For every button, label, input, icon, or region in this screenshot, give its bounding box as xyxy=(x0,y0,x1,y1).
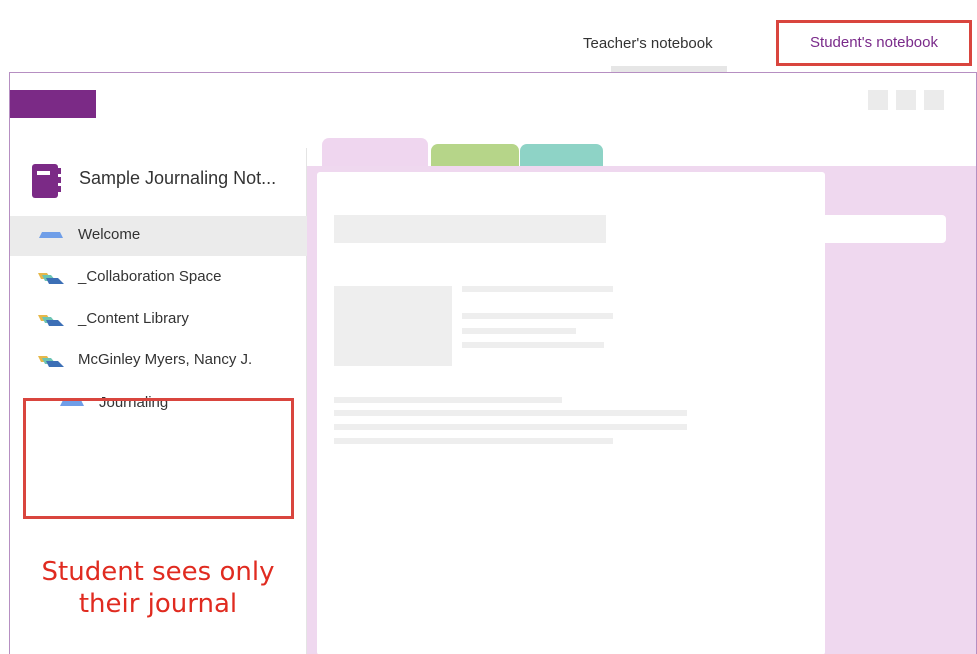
section-group-icon xyxy=(38,356,64,367)
page-title-placeholder xyxy=(334,215,606,243)
section-tab-green[interactable] xyxy=(431,144,519,168)
notebook-title: Sample Journaling Not... xyxy=(79,168,277,188)
app-brand-bar xyxy=(10,90,96,118)
section-group-icon xyxy=(38,315,64,326)
page-list-strip xyxy=(825,215,946,243)
sidebar-item-content-library[interactable]: _Content Library xyxy=(10,300,307,340)
image-placeholder xyxy=(334,286,452,366)
annotation-text: Student sees only their journal xyxy=(10,556,306,620)
tab-teachers-notebook[interactable]: Teacher's notebook xyxy=(583,22,713,66)
section-group-icon xyxy=(38,273,64,284)
text-line-placeholder xyxy=(462,328,576,334)
sidebar-item-label: Welcome xyxy=(78,226,141,243)
window-control-1[interactable] xyxy=(868,90,888,110)
annotation-line-1: Student sees only xyxy=(41,557,275,587)
page-content[interactable] xyxy=(317,172,825,654)
notebook-icon xyxy=(32,164,61,198)
tab-students-notebook[interactable]: Student's notebook xyxy=(776,20,972,66)
window-control-2[interactable] xyxy=(896,90,916,110)
text-line-placeholder xyxy=(334,438,613,444)
student-journal-highlight xyxy=(23,398,294,519)
sidebar-item-collaboration-space[interactable]: _Collaboration Space xyxy=(10,258,307,298)
app-window: Sample Journaling Not... Welcome _Collab… xyxy=(9,72,977,654)
window-control-3[interactable] xyxy=(924,90,944,110)
text-line-placeholder xyxy=(334,424,687,430)
sidebar-item-welcome[interactable]: Welcome xyxy=(10,216,307,256)
section-tab-teal[interactable] xyxy=(520,144,603,168)
annotation-line-2: their journal xyxy=(78,589,238,619)
text-line-placeholder xyxy=(462,313,613,319)
text-line-placeholder xyxy=(334,410,687,416)
sidebar-item-label: _Content Library xyxy=(78,310,189,327)
notebook-sidebar: Sample Journaling Not... Welcome _Collab… xyxy=(10,148,307,654)
text-line-placeholder xyxy=(334,397,562,403)
sidebar-item-student-section[interactable]: McGinley Myers, Nancy J. xyxy=(10,341,307,381)
sidebar-item-label: _Collaboration Space xyxy=(78,268,222,285)
section-single-icon xyxy=(39,232,63,238)
notebook-header[interactable]: Sample Journaling Not... xyxy=(10,148,307,216)
text-line-placeholder xyxy=(462,286,613,292)
text-line-placeholder xyxy=(462,342,604,348)
sidebar-item-label: McGinley Myers, Nancy J. xyxy=(78,351,253,368)
section-tab-pink[interactable] xyxy=(322,138,428,168)
